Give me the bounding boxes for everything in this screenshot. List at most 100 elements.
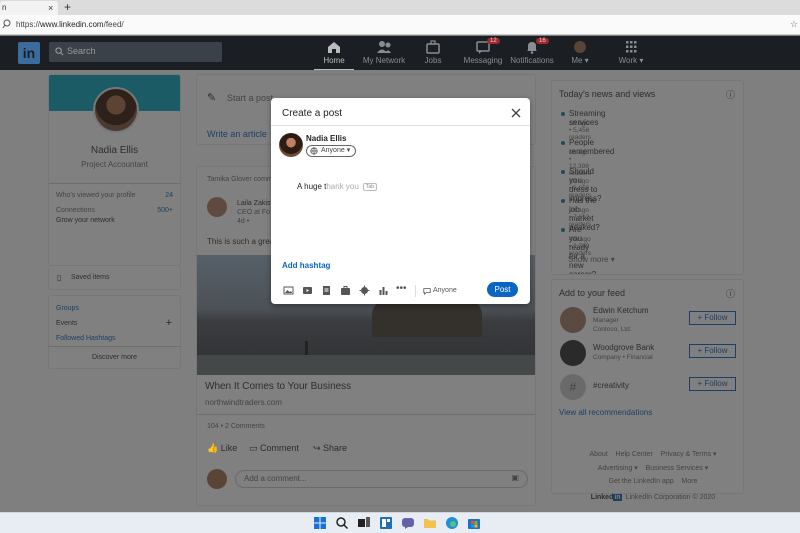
follow-button[interactable]: + Follow	[689, 344, 736, 358]
search-icon[interactable]	[335, 516, 349, 530]
grid-icon	[626, 41, 637, 53]
share-button[interactable]: ↪ Share	[313, 443, 347, 454]
events-link[interactable]: Events	[56, 320, 77, 327]
add-event-icon[interactable]: +	[166, 317, 172, 329]
followed-hashtags-link[interactable]: Followed Hashtags	[56, 335, 116, 342]
info-icon[interactable]: ⓘ	[726, 88, 735, 101]
saved-items-card[interactable]: ▯ Saved items	[48, 266, 181, 290]
post-author-avatar[interactable]	[207, 197, 227, 217]
edge-browser-icon[interactable]	[445, 516, 459, 530]
footer-privacy[interactable]: Privacy & Terms	[661, 451, 711, 458]
video-icon[interactable]	[302, 285, 313, 296]
add-hashtag-button[interactable]: Add hashtag	[282, 261, 330, 270]
footer-app[interactable]: Get the LinkedIn app	[609, 478, 674, 485]
comment-visibility-button[interactable]: Anyone	[423, 285, 457, 296]
footer-brand-in: in	[613, 494, 622, 501]
store-icon[interactable]	[467, 516, 481, 530]
url-text[interactable]: https://www.linkedin.com/feed/	[16, 20, 124, 29]
grow-network[interactable]: Grow your network	[56, 217, 115, 224]
briefcase-icon	[426, 40, 440, 54]
profile-views-label[interactable]: Who's viewed your profile	[56, 192, 136, 199]
view-all-recommendations[interactable]: View all recommendations	[559, 408, 652, 417]
windows-start-icon[interactable]	[313, 516, 327, 530]
nav-work[interactable]: Work ▾	[603, 40, 659, 65]
hashtag-icon[interactable]: #	[560, 374, 586, 400]
file-explorer-icon[interactable]	[423, 516, 437, 530]
discover-more[interactable]: Discover more	[49, 354, 180, 361]
search-icon	[2, 19, 11, 29]
footer-more[interactable]: More	[681, 478, 697, 485]
close-icon[interactable]	[509, 106, 523, 120]
document-icon[interactable]	[321, 285, 332, 296]
chat-bubble-icon	[423, 288, 431, 295]
tab-title: n	[2, 3, 7, 12]
start-post-label[interactable]: Start a post	[227, 93, 273, 103]
linkedin-logo[interactable]: in	[18, 42, 40, 64]
new-tab-button[interactable]: +	[64, 0, 71, 14]
footer-business[interactable]: Business Services	[646, 465, 703, 472]
link-title[interactable]: When It Comes to Your Business	[205, 381, 351, 392]
network-icon	[377, 41, 391, 53]
post-author-name[interactable]: Laila Zakis	[237, 200, 270, 207]
add-to-feed-title: Add to your feed	[559, 288, 626, 298]
profile-views-count: 24	[165, 192, 173, 199]
job-icon[interactable]	[340, 285, 351, 296]
footer-advertising[interactable]: Advertising	[598, 465, 633, 472]
browser-tab[interactable]: n ×	[0, 1, 58, 15]
photo-icon[interactable]	[283, 285, 294, 296]
nav-me[interactable]: Me ▾	[552, 40, 608, 65]
groups-link[interactable]: Groups	[56, 305, 79, 312]
news-title: Today's news and views	[559, 89, 656, 99]
profile-title: Project Accountant	[81, 160, 148, 169]
poll-icon[interactable]	[378, 285, 389, 296]
connections-label[interactable]: Connections	[56, 207, 95, 214]
tab-close-icon[interactable]: ×	[48, 1, 53, 15]
comment-button[interactable]: ▭ Comment	[249, 443, 299, 454]
chevron-down-icon: ▾	[346, 147, 351, 154]
more-options-icon[interactable]: •••	[396, 283, 407, 294]
home-icon	[328, 42, 340, 53]
suggest-avatar[interactable]	[560, 307, 586, 333]
widgets-icon[interactable]	[379, 516, 393, 530]
nav-my-network[interactable]: My Network	[356, 40, 412, 65]
write-article-link[interactable]: Write an article	[207, 129, 267, 139]
notifications-badge: 16	[536, 38, 549, 44]
favorite-star-icon[interactable]: ☆	[790, 19, 798, 30]
nav-home[interactable]: Home	[306, 40, 362, 71]
post-text-editor[interactable]: A huge thank you Tab	[297, 182, 377, 191]
footer-copyright: LinkedIn Corporation © 2020	[625, 494, 716, 501]
celebrate-icon[interactable]	[359, 285, 370, 296]
avatar-icon	[574, 41, 586, 53]
teams-chat-icon[interactable]	[401, 516, 415, 530]
link-domain: northwindtraders.com	[205, 398, 282, 407]
post-button[interactable]: Post	[487, 282, 518, 297]
info-icon[interactable]: ⓘ	[726, 287, 735, 300]
show-more-button[interactable]: Show more ▾	[568, 255, 615, 264]
follow-button[interactable]: + Follow	[689, 377, 736, 391]
suggest-name[interactable]: Edwin Ketchum	[593, 306, 649, 315]
address-bar[interactable]: https://www.linkedin.com/feed/ ☆	[0, 15, 800, 35]
suggest-name[interactable]: Woodgrove Bank	[593, 343, 654, 352]
task-view-icon[interactable]	[357, 516, 371, 530]
edit-icon: ✎	[207, 92, 217, 104]
like-button[interactable]: 👍 Like	[207, 443, 237, 454]
reaction-count[interactable]: 104 • 2 Comments	[207, 423, 265, 430]
search-input[interactable]: Search	[49, 42, 222, 62]
profile-name[interactable]: Nadia Ellis	[49, 145, 180, 156]
nav-messaging[interactable]: 12 Messaging	[455, 38, 511, 65]
footer-about[interactable]: About	[589, 451, 607, 458]
camera-icon[interactable]: ▣	[511, 473, 519, 482]
create-post-modal: Create a post Nadia Ellis Anyone ▾ A hug…	[271, 98, 530, 304]
footer-help[interactable]: Help Center	[616, 451, 653, 458]
profile-card: Nadia Ellis Project Accountant Who's vie…	[48, 74, 181, 266]
connections-count: 500+	[157, 207, 173, 214]
profile-avatar[interactable]	[93, 87, 139, 133]
audience-dropdown[interactable]: Anyone ▾	[306, 145, 357, 157]
nav-jobs[interactable]: Jobs	[405, 40, 461, 65]
comment-input[interactable]: Add a comment... ▣	[235, 470, 528, 488]
linkedin-nav: in Search Home My Network Jobs 12 Messag…	[0, 36, 800, 71]
woodgrove-logo[interactable]	[560, 340, 586, 366]
saved-items-label: Saved items	[71, 274, 110, 281]
follow-button[interactable]: + Follow	[689, 311, 736, 325]
suggest-name[interactable]: #creativity	[593, 381, 629, 390]
